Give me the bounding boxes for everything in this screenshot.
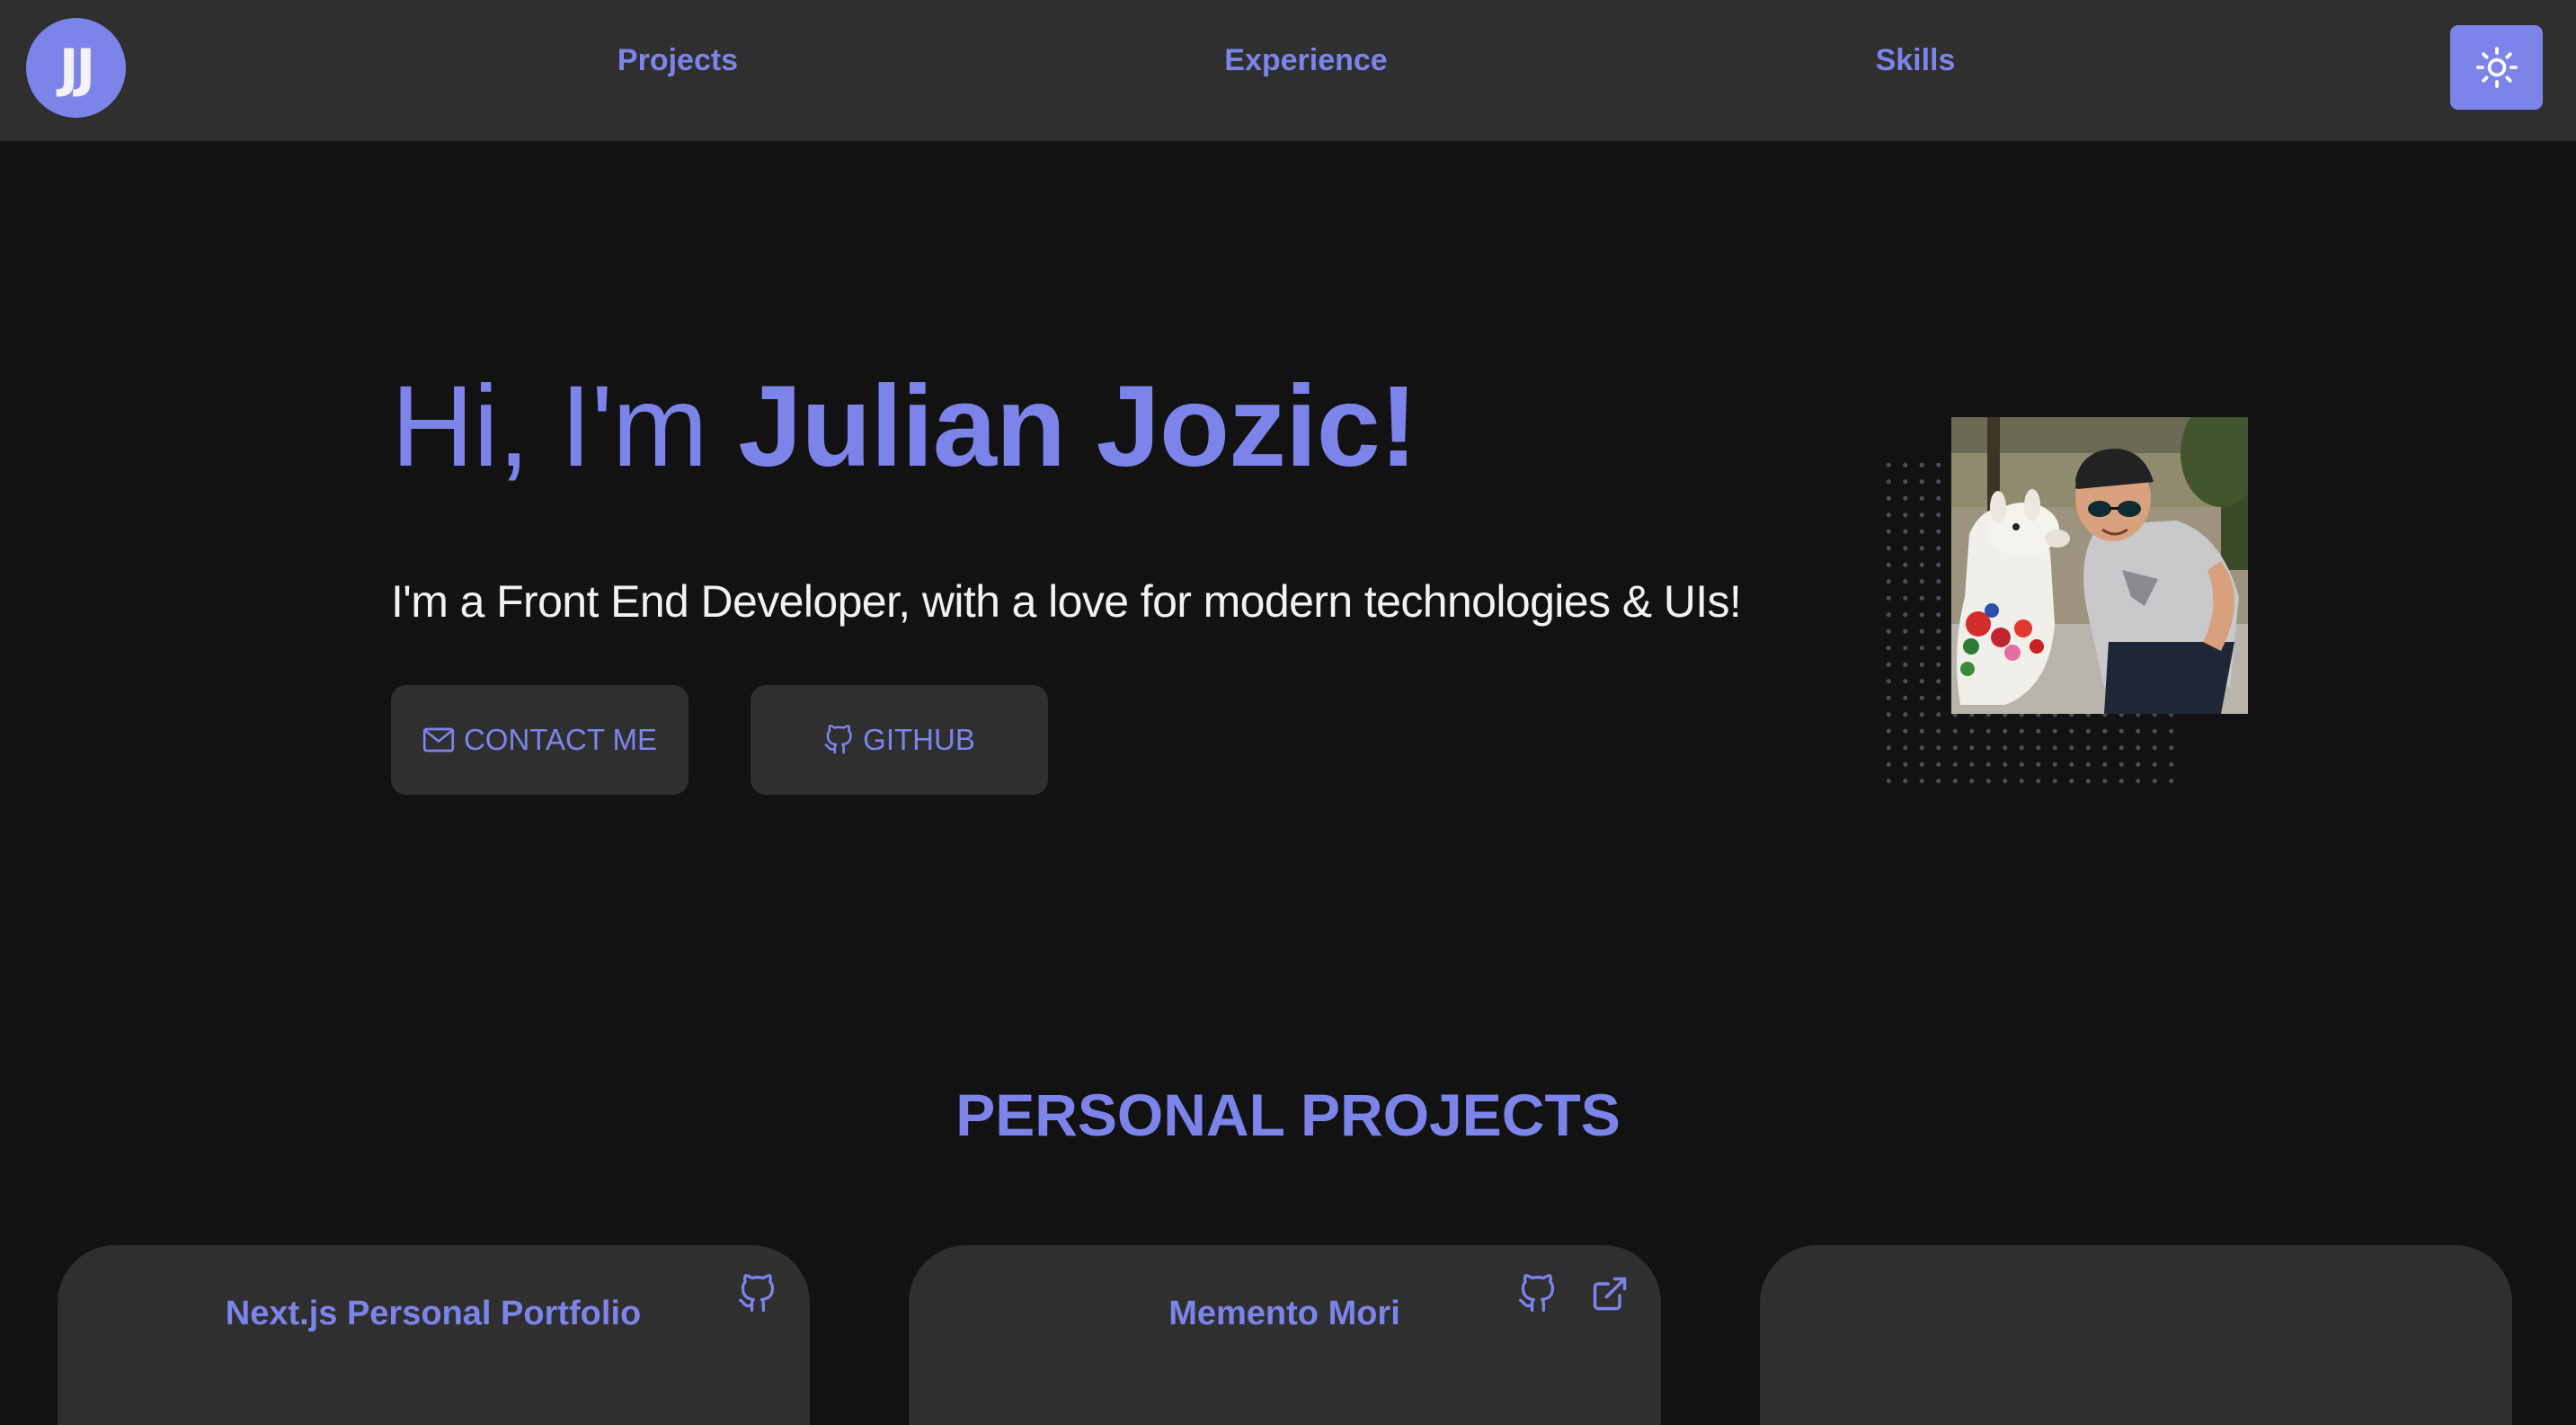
sun-icon xyxy=(2475,47,2518,88)
mail-icon xyxy=(422,727,455,753)
logo[interactable]: JJ xyxy=(26,18,126,118)
profile-photo xyxy=(1951,417,2248,714)
project-card-portfolio[interactable]: Next.js Personal Portfolio xyxy=(58,1245,810,1425)
project-card-title: Next.js Personal Portfolio xyxy=(225,1295,642,1332)
external-link-icon[interactable] xyxy=(1590,1272,1630,1315)
nav-link-projects[interactable]: Projects xyxy=(617,43,738,78)
github-icon xyxy=(824,725,852,754)
personal-projects-heading: PERSONAL PROJECTS xyxy=(955,1082,1621,1148)
nav-link-experience[interactable]: Experience xyxy=(1224,43,1387,78)
github-label: GITHUB xyxy=(863,723,975,756)
hero-greeting: Hi, I'm xyxy=(391,362,739,491)
contact-me-label: CONTACT ME xyxy=(463,723,658,756)
theme-toggle-button[interactable] xyxy=(2450,25,2543,110)
project-card-third[interactable] xyxy=(1760,1245,2512,1425)
github-icon[interactable] xyxy=(1517,1272,1557,1315)
navbar: JJ Projects Experience Skills xyxy=(0,0,2576,141)
project-card-memento-mori[interactable]: Memento Mori xyxy=(909,1245,1661,1425)
project-card-title: Memento Mori xyxy=(1168,1295,1400,1332)
hero-name: Julian Jozic! xyxy=(738,362,1417,491)
nav-link-skills[interactable]: Skills xyxy=(1876,43,1956,78)
hero-subtitle: I'm a Front End Developer, with a love f… xyxy=(391,576,1742,627)
contact-me-button[interactable]: CONTACT ME xyxy=(391,685,688,795)
hero-title: Hi, I'm Julian Jozic! xyxy=(391,355,1417,499)
github-icon[interactable] xyxy=(737,1272,777,1315)
github-button[interactable]: GITHUB xyxy=(751,685,1048,795)
